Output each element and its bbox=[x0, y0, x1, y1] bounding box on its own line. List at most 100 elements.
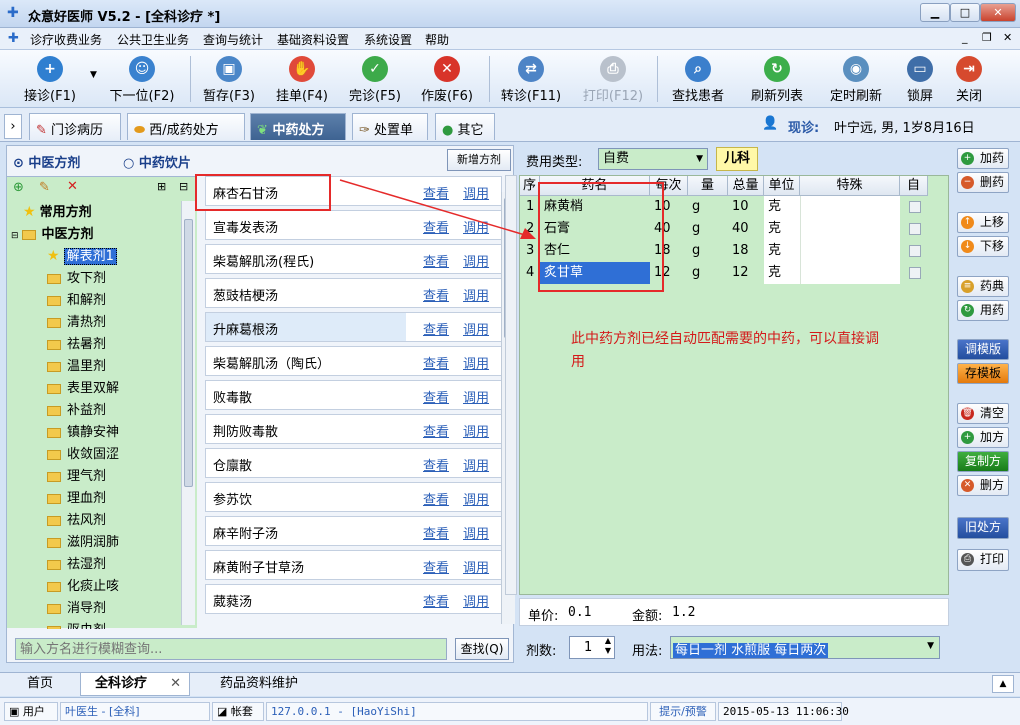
bottom-tab-general[interactable]: 全科诊疗 ✕ bbox=[80, 673, 190, 696]
prescription-item[interactable]: 柴葛解肌汤（陶氏） 查看 调用 bbox=[205, 346, 502, 376]
copy-rx-button[interactable]: 复制方 bbox=[957, 451, 1009, 472]
close-tab-icon[interactable]: ✕ bbox=[170, 673, 181, 695]
table-row[interactable]: 1 麻黄梢 10 g 10 克 bbox=[520, 196, 950, 218]
special-cell[interactable] bbox=[800, 218, 900, 240]
self-pay-checkbox[interactable] bbox=[909, 267, 921, 279]
table-cell[interactable]: 麻黄梢 bbox=[540, 196, 650, 218]
table-cell[interactable]: 炙甘草 bbox=[540, 262, 650, 284]
refresh-list-button[interactable]: ↻ 刷新列表 bbox=[743, 54, 811, 106]
view-link[interactable]: 查看 bbox=[423, 591, 449, 610]
prescription-item[interactable]: 葱豉桔梗汤 查看 调用 bbox=[205, 278, 502, 308]
table-cell[interactable]: 10 bbox=[650, 196, 688, 218]
self-pay-checkbox[interactable] bbox=[909, 245, 921, 257]
radio-herbal-pieces[interactable]: ○ 中药饮片 bbox=[123, 152, 191, 171]
col-header[interactable]: 总量 bbox=[728, 176, 764, 196]
receive-dropdown-icon[interactable]: ▼ bbox=[90, 70, 97, 80]
use-link[interactable]: 调用 bbox=[463, 285, 489, 304]
pharmacopoeia-button[interactable]: ≡ 药典 bbox=[957, 276, 1009, 297]
table-cell[interactable]: 石膏 bbox=[540, 218, 650, 240]
prescription-item[interactable]: 葳蕤汤 查看 调用 bbox=[205, 584, 502, 614]
special-cell[interactable] bbox=[800, 240, 900, 262]
self-pay-checkbox[interactable] bbox=[909, 201, 921, 213]
chevron-right-icon[interactable]: › bbox=[4, 114, 22, 139]
new-formula-button[interactable]: 新增方剂 bbox=[447, 149, 511, 171]
save-temp-button[interactable]: ▣ 暂存(F3) bbox=[197, 54, 261, 106]
self-pay-checkbox[interactable] bbox=[909, 223, 921, 235]
timed-refresh-button[interactable]: ◉ 定时刷新 bbox=[822, 54, 890, 106]
menu-system[interactable]: 系统设置 bbox=[364, 31, 412, 48]
table-cell[interactable]: 克 bbox=[764, 196, 800, 218]
col-header[interactable]: 每次 bbox=[650, 176, 688, 196]
col-header[interactable]: 特殊 bbox=[800, 176, 900, 196]
grid-splitter[interactable] bbox=[505, 175, 517, 595]
add-herb-button[interactable]: + 加药 bbox=[957, 148, 1009, 169]
table-cell[interactable]: g bbox=[688, 240, 728, 262]
delete-rx-button[interactable]: ✕ 删方 bbox=[957, 475, 1009, 496]
prescription-item[interactable]: 败毒散 查看 调用 bbox=[205, 380, 502, 410]
col-header[interactable]: 量 bbox=[688, 176, 728, 196]
close-window-button[interactable]: ✕ bbox=[980, 3, 1016, 22]
menu-clinic[interactable]: 诊疗收费业务 bbox=[30, 31, 102, 48]
view-link[interactable]: 查看 bbox=[423, 557, 449, 576]
save-template-button[interactable]: 存模板 bbox=[957, 363, 1009, 384]
table-cell[interactable]: 40 bbox=[650, 218, 688, 240]
transfer-button[interactable]: ⇄ 转诊(F11) bbox=[495, 54, 567, 106]
tab-western-rx[interactable]: ⬬ 西/成药处方 bbox=[127, 113, 245, 140]
table-cell[interactable]: 12 bbox=[728, 262, 764, 284]
print-rx-button[interactable]: ⎙ 打印 bbox=[957, 549, 1009, 571]
col-header[interactable]: 自 bbox=[900, 176, 928, 196]
dose-count-stepper[interactable]: 1 ▲ ▼ bbox=[569, 636, 615, 659]
table-cell[interactable]: 克 bbox=[764, 218, 800, 240]
view-link[interactable]: 查看 bbox=[423, 421, 449, 440]
table-row[interactable]: 4 炙甘草 12 g 12 克 bbox=[520, 262, 950, 284]
table-cell[interactable]: 40 bbox=[728, 218, 764, 240]
menu-public-health[interactable]: 公共卫生业务 bbox=[117, 31, 189, 48]
use-link[interactable]: 调用 bbox=[463, 387, 489, 406]
use-link[interactable]: 调用 bbox=[463, 183, 489, 202]
use-link[interactable]: 调用 bbox=[463, 455, 489, 474]
table-cell[interactable]: 10 bbox=[728, 196, 764, 218]
prescription-item[interactable]: 宣毒发表汤 查看 调用 bbox=[205, 210, 502, 240]
hang-button[interactable]: ✋ 挂单(F4) bbox=[270, 54, 334, 106]
prescription-item[interactable]: 升麻葛根汤 查看 调用 bbox=[205, 312, 502, 342]
use-link[interactable]: 调用 bbox=[463, 217, 489, 236]
table-cell[interactable]: 克 bbox=[764, 262, 800, 284]
view-link[interactable]: 查看 bbox=[423, 455, 449, 474]
use-link[interactable]: 调用 bbox=[463, 319, 489, 338]
usage-select[interactable]: 每日一剂 水煎服 每日两次 ▼ bbox=[670, 636, 940, 659]
view-link[interactable]: 查看 bbox=[423, 217, 449, 236]
prescription-item[interactable]: 麻杏石甘汤 查看 调用 bbox=[205, 176, 502, 206]
view-link[interactable]: 查看 bbox=[423, 183, 449, 202]
formula-search-input[interactable] bbox=[15, 638, 447, 660]
prescription-item[interactable]: 麻辛附子汤 查看 调用 bbox=[205, 516, 502, 546]
complete-button[interactable]: ✓ 完诊(F5) bbox=[343, 54, 407, 106]
menu-basic-data[interactable]: 基础资料设置 bbox=[277, 31, 349, 48]
scroll-up-icon[interactable]: ▲ bbox=[992, 675, 1014, 693]
old-rx-button[interactable]: 旧处方 bbox=[957, 517, 1009, 539]
table-cell[interactable]: g bbox=[688, 262, 728, 284]
use-link[interactable]: 调用 bbox=[463, 421, 489, 440]
tab-other[interactable]: ● 其它 bbox=[435, 113, 495, 140]
menu-help[interactable]: 帮助 bbox=[425, 31, 449, 48]
use-link[interactable]: 调用 bbox=[463, 523, 489, 542]
move-down-button[interactable]: ↓ 下移 bbox=[957, 236, 1009, 257]
prescription-item[interactable]: 麻黄附子甘草汤 查看 调用 bbox=[205, 550, 502, 580]
table-cell[interactable]: g bbox=[688, 218, 728, 240]
move-up-button[interactable]: ↑ 上移 bbox=[957, 212, 1009, 233]
col-header[interactable]: 序 bbox=[520, 176, 540, 196]
load-template-button[interactable]: 调模版 bbox=[957, 339, 1009, 360]
next-patient-button[interactable]: ☺ 下一位(F2) bbox=[103, 54, 181, 106]
view-link[interactable]: 查看 bbox=[423, 285, 449, 304]
lock-screen-button[interactable]: ▭ 锁屏 bbox=[897, 54, 943, 106]
prescription-item[interactable]: 柴葛解肌汤(程氏) 查看 调用 bbox=[205, 244, 502, 274]
view-link[interactable]: 查看 bbox=[423, 523, 449, 542]
table-cell[interactable]: 18 bbox=[650, 240, 688, 262]
status-alerts[interactable]: 提示/预警 bbox=[650, 702, 716, 721]
maximize-button[interactable]: □ bbox=[950, 3, 980, 22]
view-link[interactable]: 查看 bbox=[423, 353, 449, 372]
view-link[interactable]: 查看 bbox=[423, 319, 449, 338]
minimize-button[interactable]: ▁ bbox=[920, 3, 950, 22]
close-button[interactable]: ⇥ 关闭 bbox=[948, 54, 990, 106]
remove-herb-button[interactable]: − 删药 bbox=[957, 172, 1009, 193]
prescription-item[interactable]: 荆防败毒散 查看 调用 bbox=[205, 414, 502, 444]
